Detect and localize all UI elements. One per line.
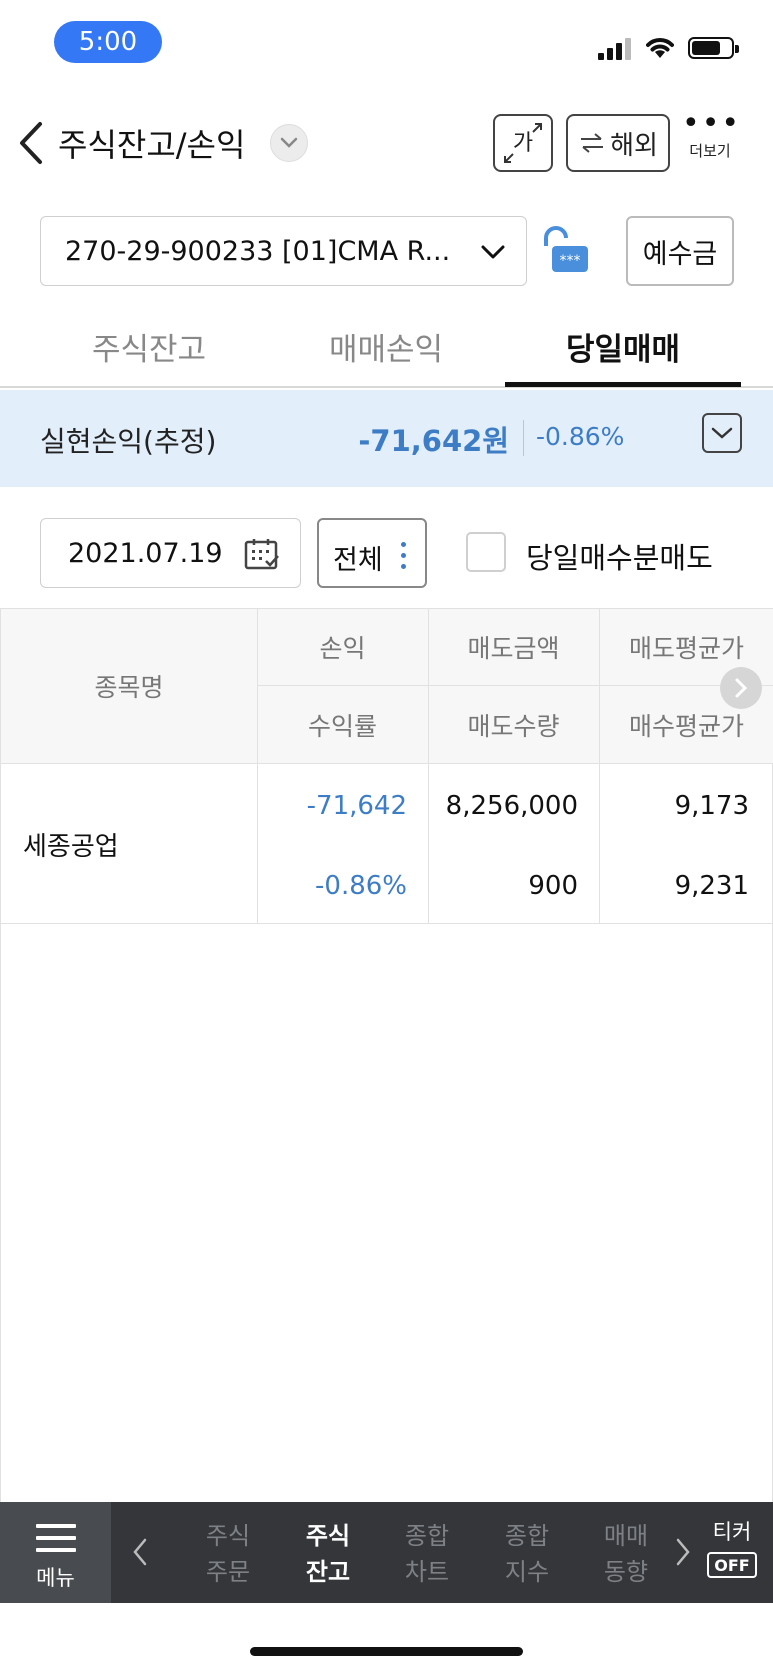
chevron-down-icon bbox=[280, 137, 298, 148]
summary-rate: -0.86% bbox=[536, 422, 625, 451]
account-number: 270-29-900233 [01]CMA R... bbox=[65, 236, 451, 267]
row-buy-avg-price: 9,231 bbox=[674, 871, 749, 901]
expand-icon bbox=[504, 123, 542, 163]
header-sell-quantity: 매도수량 bbox=[467, 711, 560, 741]
kebab-menu-icon bbox=[401, 542, 407, 570]
date-picker[interactable]: 2021.07.19 bbox=[40, 518, 301, 588]
realized-profit-summary: 실현손익(추정) -71,642원 -0.86% bbox=[0, 390, 773, 487]
summary-label: 실현손익(추정) bbox=[40, 425, 217, 458]
tab-trade-profit[interactable]: 매매손익 bbox=[268, 324, 504, 369]
scope-filter-label: 전체 bbox=[333, 545, 383, 576]
unlock-password-icon[interactable]: *** bbox=[538, 226, 592, 276]
row-profit: -71,642 bbox=[306, 791, 407, 821]
summary-amount: -71,642원 bbox=[358, 424, 509, 458]
chevron-down-icon bbox=[481, 245, 505, 259]
row-sell-quantity: 900 bbox=[528, 871, 578, 901]
tab-bar: 주식잔고 매매손익 당일매매 bbox=[0, 318, 773, 388]
battery-icon bbox=[688, 37, 739, 59]
header-profit: 손익 bbox=[319, 634, 366, 663]
wifi-icon bbox=[646, 38, 674, 58]
table-row[interactable]: 세종공업 -71,642 -0.86% 8,256,000 900 9,173 … bbox=[1, 764, 773, 924]
nav-trade-trend[interactable]: 매매 동향 bbox=[586, 1518, 666, 1590]
back-arrow-icon[interactable] bbox=[14, 118, 50, 168]
more-button[interactable]: ••• 더보기 bbox=[682, 106, 742, 172]
account-select[interactable]: 270-29-900233 [01]CMA R... bbox=[40, 216, 527, 286]
ticker-toggle[interactable]: 티커 OFF bbox=[700, 1516, 764, 1578]
scope-filter-button[interactable]: 전체 bbox=[317, 518, 427, 588]
trade-table: 종목명 손익 수익률 매도금액 매도수량 매도평균가 매수평균가 세종공업 -7… bbox=[0, 608, 773, 1502]
nav-stock-balance[interactable]: 주식 잔고 bbox=[288, 1518, 368, 1590]
header-return-rate: 수익률 bbox=[307, 711, 377, 741]
summary-divider bbox=[523, 420, 524, 456]
nav-next-icon[interactable] bbox=[673, 1536, 693, 1568]
page-title: 주식잔고/손익 bbox=[58, 126, 246, 164]
table-header: 종목명 손익 수익률 매도금액 매도수량 매도평균가 매수평균가 bbox=[1, 608, 773, 764]
hamburger-icon bbox=[36, 1524, 76, 1554]
status-bar: 5:00 bbox=[0, 0, 773, 88]
font-size-button[interactable]: 가 bbox=[493, 114, 553, 172]
scroll-right-button[interactable] bbox=[720, 667, 762, 709]
swap-arrows-icon bbox=[581, 133, 604, 153]
chevron-right-icon bbox=[735, 678, 748, 698]
calendar-icon bbox=[244, 539, 279, 570]
nav-stock-order[interactable]: 주식 주문 bbox=[188, 1518, 268, 1590]
row-return-rate: -0.86% bbox=[315, 871, 407, 901]
cellular-signal-icon bbox=[598, 38, 632, 60]
svg-text:***: *** bbox=[560, 253, 581, 269]
date-value: 2021.07.19 bbox=[68, 538, 223, 569]
nav-prev-icon[interactable] bbox=[130, 1536, 150, 1568]
overseas-label: 해외 bbox=[610, 130, 658, 161]
row-sell-avg-price: 9,173 bbox=[674, 791, 749, 821]
menu-label: 메뉴 bbox=[36, 1566, 75, 1590]
menu-button[interactable]: 메뉴 bbox=[0, 1502, 111, 1603]
nav-index[interactable]: 종합 지수 bbox=[487, 1518, 567, 1590]
title-dropdown-button[interactable] bbox=[270, 124, 308, 162]
row-sell-amount: 8,256,000 bbox=[445, 791, 578, 821]
overseas-button[interactable]: 해외 bbox=[566, 114, 670, 172]
nav-chart[interactable]: 종합 차트 bbox=[387, 1518, 467, 1590]
ticker-state-badge: OFF bbox=[707, 1552, 757, 1578]
stock-name: 세종공업 bbox=[23, 831, 119, 862]
status-time: 5:00 bbox=[54, 21, 162, 63]
header-sell-amount: 매도금액 bbox=[467, 634, 560, 663]
chevron-down-icon bbox=[711, 427, 733, 439]
tab-stock-balance[interactable]: 주식잔고 bbox=[31, 324, 267, 369]
header-stock-name: 종목명 bbox=[94, 673, 164, 702]
deposit-button[interactable]: 예수금 bbox=[626, 216, 734, 286]
more-label: 더보기 bbox=[689, 142, 731, 160]
active-tab-indicator bbox=[505, 382, 741, 387]
today-buy-sell-checkbox[interactable] bbox=[466, 532, 506, 572]
summary-expand-button[interactable] bbox=[702, 413, 742, 453]
tab-today-trade[interactable]: 당일매매 bbox=[505, 324, 741, 369]
ticker-label: 티커 bbox=[712, 1520, 752, 1544]
more-dots-icon: ••• bbox=[682, 106, 742, 141]
today-buy-sell-label: 당일매수분매도 bbox=[526, 541, 713, 575]
bottom-nav: 메뉴 주식 주문 주식 잔고 종합 차트 종합 지수 매매 동향 티커 OFF bbox=[0, 1502, 773, 1603]
app-header: 주식잔고/손익 가 해외 ••• 더보기 bbox=[0, 100, 773, 188]
home-indicator bbox=[250, 1647, 523, 1656]
